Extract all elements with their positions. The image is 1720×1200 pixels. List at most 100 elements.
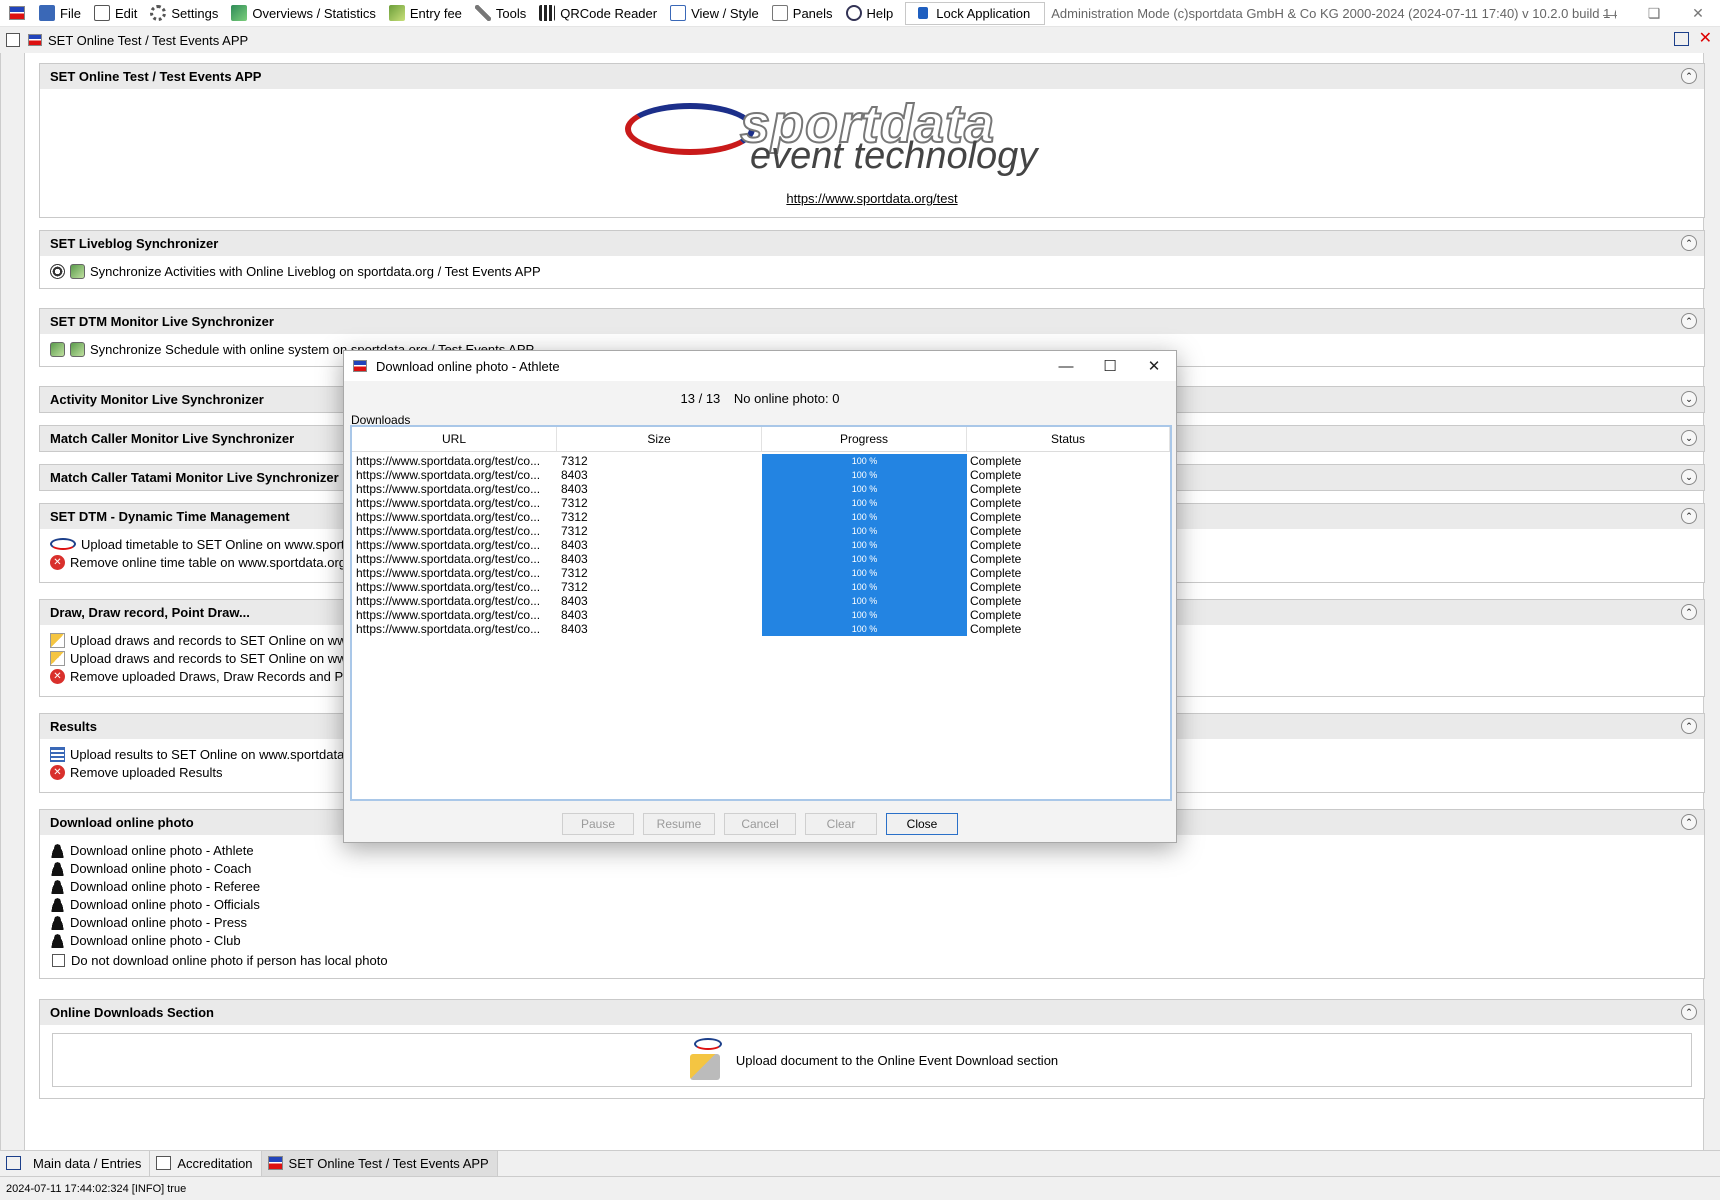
cell-progress: 100 %: [762, 566, 967, 580]
menu-view-style[interactable]: View / Style: [665, 0, 767, 27]
clear-button[interactable]: Clear: [805, 813, 877, 835]
lock-label: Lock Application: [936, 5, 1031, 21]
action-label: Synchronize Activities with Online Liveb…: [90, 263, 541, 279]
download-photo-athlete[interactable]: Download online photo - Athlete: [40, 841, 1704, 859]
file-icon: [39, 5, 55, 21]
help-icon: [845, 5, 862, 21]
download-photo-club[interactable]: Download online photo - Club: [40, 931, 1704, 949]
menu-overviews[interactable]: Overviews / Statistics: [226, 0, 384, 27]
column-header-progress[interactable]: Progress: [762, 427, 967, 451]
app-flag-icon[interactable]: [9, 6, 25, 20]
menu-help[interactable]: Help: [841, 0, 902, 27]
download-photo-coach[interactable]: Download online photo - Coach: [40, 859, 1704, 877]
collapse-icon[interactable]: ⌃: [1681, 604, 1697, 620]
pause-button[interactable]: Pause: [562, 813, 634, 835]
action-label: Download online photo - Athlete: [70, 842, 254, 858]
collapse-icon[interactable]: ⌃: [1681, 1004, 1697, 1020]
menu-panels[interactable]: Panels: [767, 0, 841, 27]
logo-swoosh-icon: [625, 103, 755, 155]
cancel-button[interactable]: Cancel: [724, 813, 796, 835]
column-header-status[interactable]: Status: [967, 427, 1170, 451]
cell-status: Complete: [970, 566, 1022, 580]
table-body: https://www.sportdata.org/test/co... 7312…: [352, 452, 1170, 636]
table-row[interactable]: https://www.sportdata.org/test/co... 7312…: [352, 580, 1170, 594]
tab-main-data[interactable]: Main data / Entries: [27, 1150, 151, 1176]
column-header-url[interactable]: URL: [352, 427, 557, 451]
download-photo-press[interactable]: Download online photo - Press: [40, 913, 1704, 931]
progress-label: 100 %: [851, 610, 878, 620]
panel-title-text: Match Caller Tatami Monitor Live Synchro…: [50, 470, 339, 485]
undock-icon[interactable]: [1673, 32, 1689, 46]
table-row[interactable]: https://www.sportdata.org/test/co... 8403…: [352, 468, 1170, 482]
close-button[interactable]: Close: [886, 813, 958, 835]
dialog-window-controls: — ☐ ✕: [1044, 351, 1176, 381]
table-row[interactable]: https://www.sportdata.org/test/co... 8403…: [352, 538, 1170, 552]
progress-label: 100 %: [851, 512, 878, 522]
collapse-icon[interactable]: ⌃: [1681, 718, 1697, 734]
gear-icon: [150, 5, 167, 21]
menu-edit[interactable]: Edit: [89, 0, 145, 27]
cell-progress: 100 %: [762, 524, 967, 538]
lock-application-button[interactable]: Lock Application: [905, 1, 1046, 25]
cell-status: Complete: [970, 538, 1022, 552]
table-row[interactable]: https://www.sportdata.org/test/co... 8403…: [352, 594, 1170, 608]
cell-url: https://www.sportdata.org/test/co...: [356, 552, 541, 566]
collapse-icon[interactable]: ⌃: [1681, 814, 1697, 830]
remove-icon: ✕: [50, 554, 65, 570]
context-menu-icon[interactable]: [6, 33, 20, 47]
flag-icon: [353, 360, 367, 372]
menu-entry-fee[interactable]: Entry fee: [384, 0, 470, 27]
tab-accreditation[interactable]: Accreditation: [150, 1150, 262, 1176]
table-row[interactable]: https://www.sportdata.org/test/co... 7312…: [352, 566, 1170, 580]
restore-icon[interactable]: ❏: [1632, 0, 1676, 27]
sportdata-link[interactable]: https://www.sportdata.org/test: [786, 191, 957, 206]
collapse-icon[interactable]: ⌃: [1681, 508, 1697, 524]
panel-liveblog: SET Liveblog Synchronizer ⌃ Synchronize A…: [39, 230, 1705, 289]
menu-tools[interactable]: Tools: [470, 0, 534, 27]
table-row[interactable]: https://www.sportdata.org/test/co... 8403…: [352, 608, 1170, 622]
window-list-icon[interactable]: [6, 1156, 21, 1170]
maximize-icon[interactable]: ☐: [1088, 351, 1132, 381]
skip-local-photo-option[interactable]: Do not download online photo if person h…: [40, 951, 1704, 969]
download-photo-referee[interactable]: Download online photo - Referee: [40, 877, 1704, 895]
table-row[interactable]: https://www.sportdata.org/test/co... 7312…: [352, 524, 1170, 538]
action-label: Download online photo - Coach: [70, 860, 252, 876]
cell-progress: 100 %: [762, 496, 967, 510]
skip-local-photo-checkbox[interactable]: [52, 953, 65, 967]
table-row[interactable]: https://www.sportdata.org/test/co... 8403…: [352, 552, 1170, 566]
table-row[interactable]: https://www.sportdata.org/test/co... 7312…: [352, 510, 1170, 524]
cell-size: 7312: [561, 496, 588, 510]
cell-size: 8403: [561, 608, 588, 622]
menu-qrcode[interactable]: QRCode Reader: [534, 0, 665, 27]
table-row[interactable]: https://www.sportdata.org/test/co... 7312…: [352, 454, 1170, 468]
tab-label: Accreditation: [177, 1155, 253, 1171]
close-document-icon[interactable]: ✕: [1699, 31, 1712, 47]
lock-icon: [918, 7, 929, 19]
expand-icon[interactable]: ⌄: [1681, 391, 1697, 407]
upload-document-button[interactable]: Upload document to the Online Event Down…: [52, 1033, 1692, 1087]
table-row[interactable]: https://www.sportdata.org/test/co... 7312…: [352, 496, 1170, 510]
close-icon[interactable]: ✕: [1676, 0, 1720, 27]
column-header-size[interactable]: Size: [557, 427, 762, 451]
minimize-icon[interactable]: —: [1044, 351, 1088, 381]
minimize-icon[interactable]: —: [1588, 0, 1632, 27]
expand-icon[interactable]: ⌄: [1681, 469, 1697, 485]
resume-button[interactable]: Resume: [643, 813, 715, 835]
table-row[interactable]: https://www.sportdata.org/test/co... 8403…: [352, 622, 1170, 636]
menu-settings[interactable]: Settings: [145, 0, 226, 27]
table-row[interactable]: https://www.sportdata.org/test/co... 8403…: [352, 482, 1170, 496]
tab-set-online[interactable]: SET Online Test / Test Events APP: [261, 1150, 498, 1176]
download-photo-officials[interactable]: Download online photo - Officials: [40, 895, 1704, 913]
collapse-icon[interactable]: ⌃: [1681, 235, 1697, 251]
collapse-icon[interactable]: ⌃: [1681, 68, 1697, 84]
cell-size: 8403: [561, 594, 588, 608]
wrench-icon: [474, 5, 491, 21]
vertical-scrollbar[interactable]: [1703, 53, 1720, 1153]
brand-area: sportdata event technology https://www.s…: [40, 89, 1704, 206]
download-count: 13 / 13: [680, 391, 721, 406]
close-icon[interactable]: ✕: [1132, 351, 1176, 381]
collapse-icon[interactable]: ⌃: [1681, 313, 1697, 329]
menu-file[interactable]: File: [34, 0, 89, 27]
expand-icon[interactable]: ⌄: [1681, 430, 1697, 446]
liveblog-sync-action[interactable]: Synchronize Activities with Online Liveb…: [40, 262, 1704, 280]
